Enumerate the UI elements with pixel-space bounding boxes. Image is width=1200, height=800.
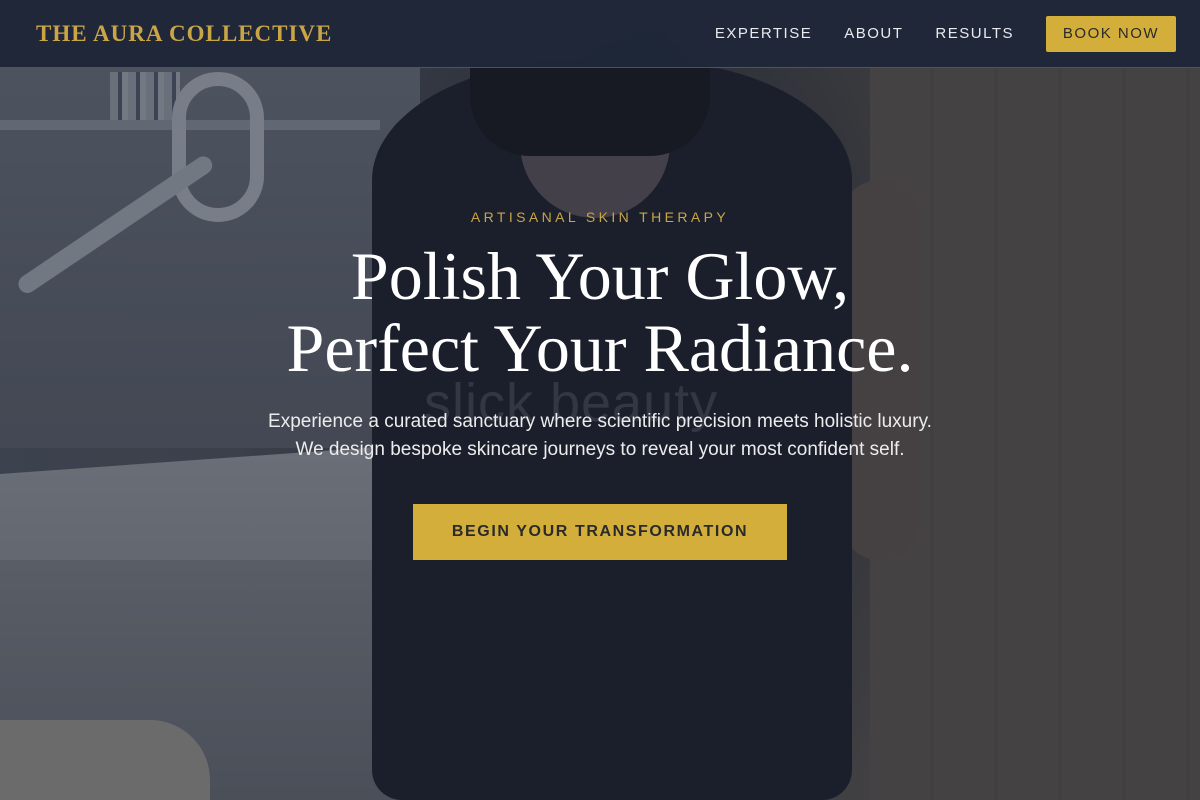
book-now-button[interactable]: BOOK NOW: [1046, 15, 1176, 52]
hero-section: ARTISANAL SKIN THERAPY Polish Your Glow,…: [0, 200, 1200, 560]
brand-logo[interactable]: THE AURA COLLECTIVE: [36, 21, 332, 47]
nav-link-results[interactable]: RESULTS: [935, 25, 1014, 42]
hero-subtitle: Experience a curated sanctuary where sci…: [268, 411, 932, 460]
hero-eyebrow: ARTISANAL SKIN THERAPY: [470, 209, 730, 225]
nav-link-about[interactable]: ABOUT: [844, 25, 903, 42]
landing-page: slick beauty THE AURA COLLECTIVE EXPERTI…: [0, 0, 1200, 800]
main-nav: EXPERTISE ABOUT RESULTS BOOK NOW: [715, 15, 1176, 52]
begin-transformation-button[interactable]: BEGIN YOUR TRANSFORMATION: [413, 504, 787, 560]
nav-link-expertise[interactable]: EXPERTISE: [715, 25, 812, 42]
hero-headline: Polish Your Glow, Perfect Your Radiance.: [0, 240, 1200, 384]
site-header: THE AURA COLLECTIVE EXPERTISE ABOUT RESU…: [0, 0, 1200, 68]
hero-headline-line-1: Polish Your Glow,: [350, 238, 850, 314]
hero-headline-line-2: Perfect Your Radiance.: [286, 310, 914, 386]
